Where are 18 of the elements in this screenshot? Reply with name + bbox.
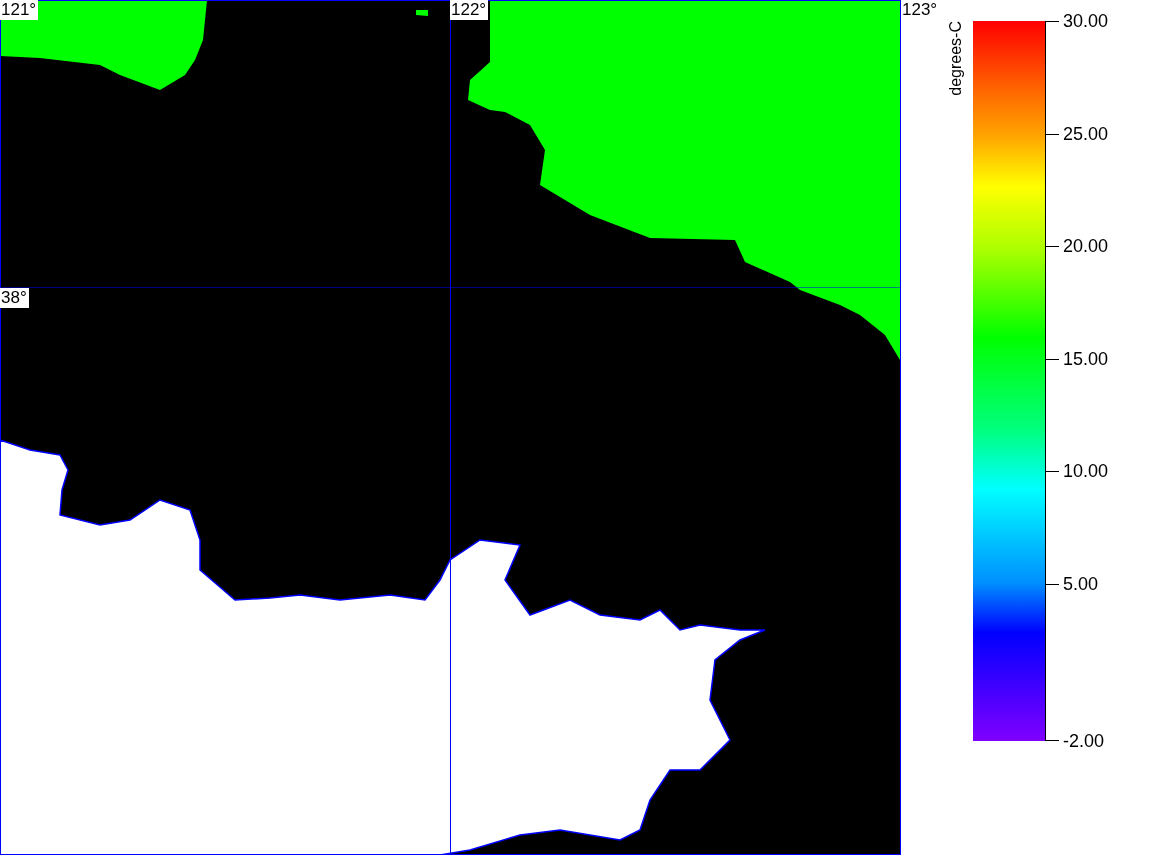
tick-label: -2.00: [1063, 731, 1105, 751]
longitude-label: 122°: [450, 0, 489, 20]
tick-label: 5.00: [1063, 573, 1099, 594]
unit-label: degrees-C: [947, 21, 965, 96]
tick-label: 20.00: [1063, 236, 1109, 256]
tick-label: 10.00: [1063, 461, 1109, 481]
latitude-label: 38°: [0, 288, 29, 308]
tick-label: 30.00: [1063, 11, 1109, 31]
tick-mark: [1045, 246, 1059, 247]
tick-mark: [1045, 583, 1059, 585]
tick-label: 15.00: [1063, 348, 1109, 369]
longitude-label: 121°: [0, 0, 39, 20]
tick-mark: [1045, 471, 1059, 472]
tick-mark: [1045, 358, 1059, 360]
tick-mark: [1045, 133, 1059, 135]
tick-mark: [1045, 740, 1059, 741]
tick-label: 25.00: [1063, 123, 1109, 144]
tick-mark: [1045, 21, 1059, 22]
